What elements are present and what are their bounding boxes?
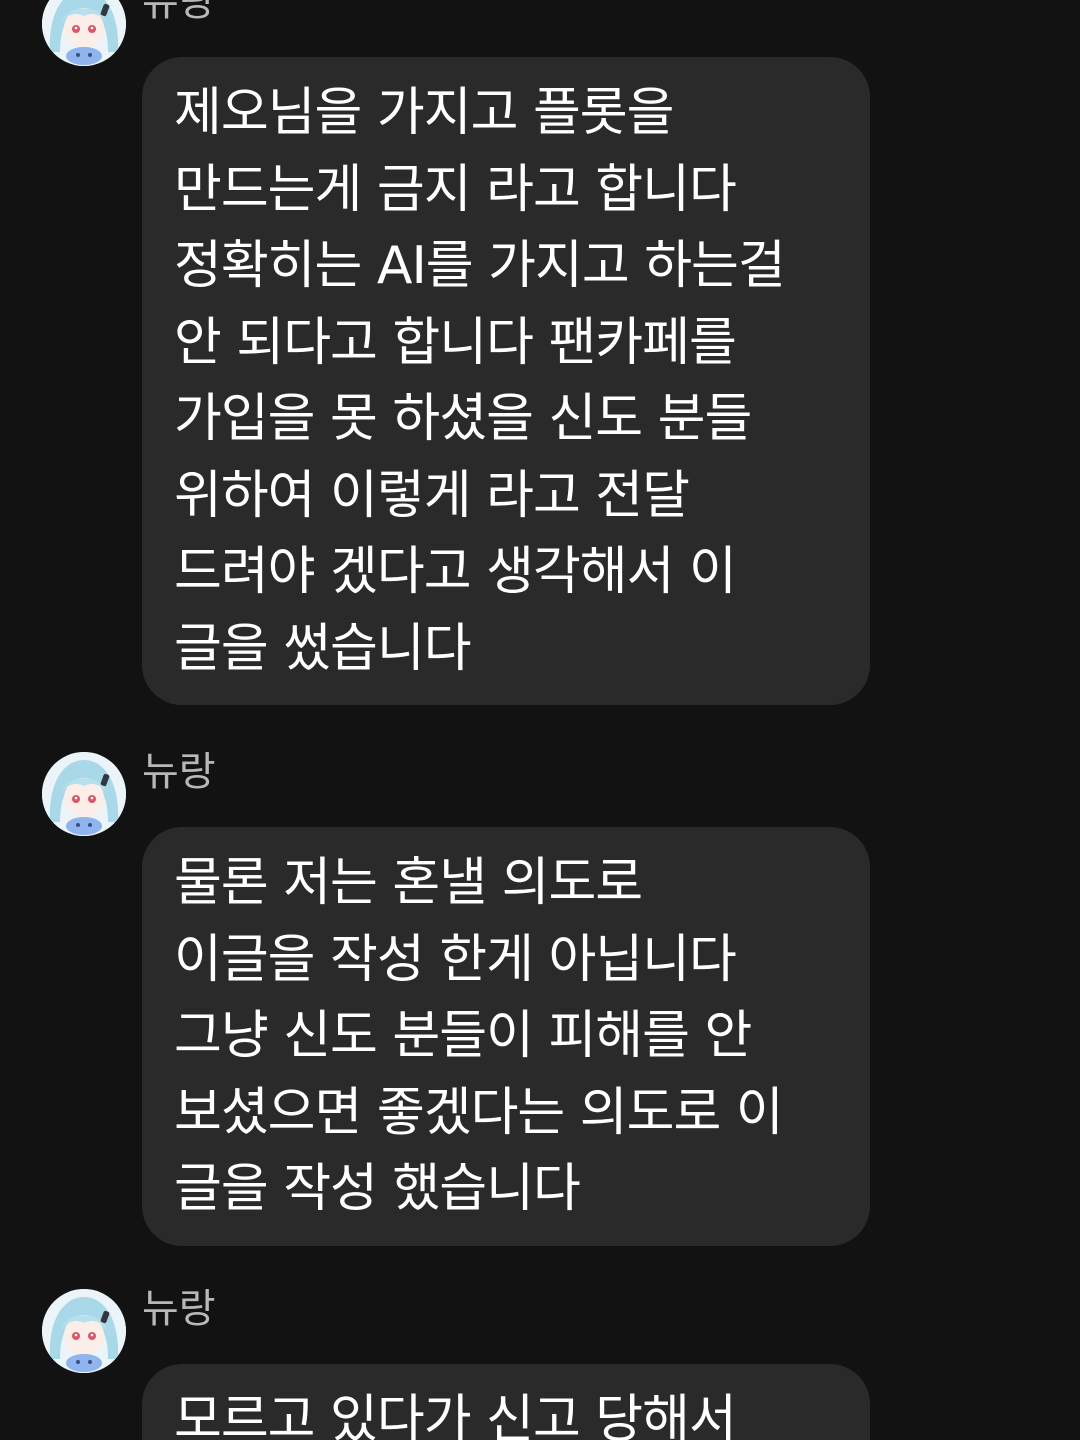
message-line: 가입을 못 하셨을 신도 분들 <box>174 389 752 449</box>
avatar[interactable] <box>42 0 126 66</box>
message-line: 글을 작성 했습니다 <box>174 1159 581 1219</box>
chat-thread: 뉴랑 제오님을 가지고 플롯을 만드는게 금지 라고 합니다 정확히는 AI를 … <box>0 0 1080 1440</box>
message-line: 만드는게 금지 라고 합니다 <box>174 159 737 220</box>
message-line: 글을 썼습니다 <box>174 618 472 679</box>
message-line: 모르고 있다가 신고 당해서 <box>174 1390 737 1440</box>
avatar[interactable] <box>42 752 126 836</box>
message-bubble[interactable]: 모르고 있다가 신고 당해서 <box>142 1364 870 1440</box>
message-line: 제오님을 가지고 플롯을 <box>174 83 674 143</box>
message-line: 위하여 이렇게 라고 전달 <box>174 465 690 526</box>
sender-name: 뉴랑 <box>142 749 216 795</box>
message-line: 물론 저는 혼낼 의도로 <box>174 853 643 913</box>
anime-girl-avatar-icon <box>42 0 126 66</box>
message-bubble[interactable]: 물론 저는 혼낼 의도로 이글을 작성 한게 아닙니다 그냥 신도 분들이 피해… <box>142 827 870 1246</box>
message-line: 드려야 겠다고 생각해서 이 <box>174 542 737 602</box>
message-line: 그냥 신도 분들이 피해를 안 <box>174 1006 752 1066</box>
sender-name: 뉴랑 <box>142 1286 216 1332</box>
avatar[interactable] <box>42 1289 126 1373</box>
message-line: 정확히는 AI를 가지고 하는걸 <box>174 236 786 296</box>
anime-girl-avatar-icon <box>42 1289 126 1373</box>
anime-girl-avatar-icon <box>42 752 126 836</box>
message-line: 보셨으면 좋겠다는 의도로 이 <box>174 1082 784 1143</box>
message-line: 안 되다고 합니다 팬카페를 <box>174 312 737 373</box>
message-bubble[interactable]: 제오님을 가지고 플롯을 만드는게 금지 라고 합니다 정확히는 AI를 가지고… <box>142 57 870 705</box>
message-line: 이글을 작성 한게 아닙니다 <box>174 929 737 990</box>
sender-name: 뉴랑 <box>142 0 216 25</box>
